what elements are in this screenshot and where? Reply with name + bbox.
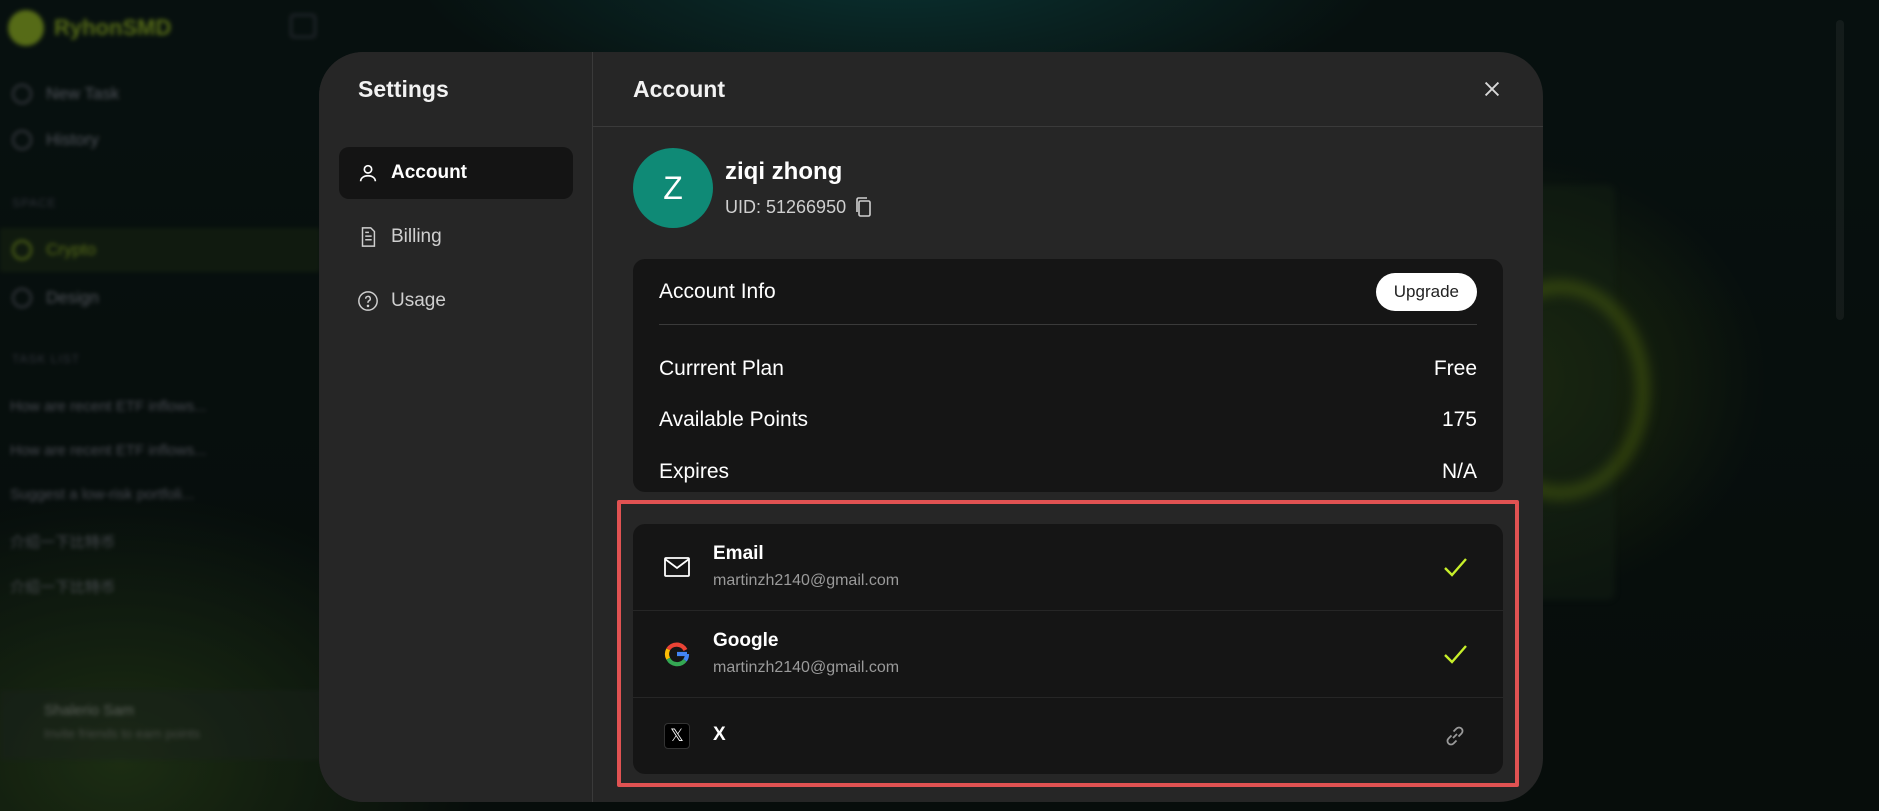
info-label: Expires — [659, 460, 730, 483]
settings-nav-label: Account — [391, 162, 467, 183]
avatar: Z — [633, 148, 713, 228]
account-title: Account — [633, 76, 725, 102]
document-icon — [361, 227, 376, 247]
settings-nav-billing[interactable]: Billing — [339, 211, 573, 263]
account-panel: Account Z ziqi zhong UID: 51266950 Accou… — [593, 52, 1543, 802]
profile-section: Z ziqi zhong UID: 51266950 — [633, 148, 874, 228]
settings-modal: Settings Account Billing Usage Account Z… — [319, 52, 1543, 802]
info-value: 175 — [1441, 408, 1477, 431]
settings-nav-label: Usage — [391, 290, 446, 311]
account-header: Account — [593, 52, 1543, 127]
profile-details: ziqi zhong UID: 51266950 — [725, 158, 874, 218]
user-icon — [359, 164, 377, 182]
copy-icon[interactable] — [854, 196, 874, 218]
settings-nav-usage[interactable]: Usage — [339, 275, 573, 327]
upgrade-button[interactable]: Upgrade — [1375, 272, 1477, 311]
settings-sidebar: Settings Account Billing Usage — [319, 52, 593, 802]
help-circle-icon — [358, 291, 378, 311]
available-points-row: Available Points 175 — [659, 405, 1477, 435]
expires-row: Expires N/A — [659, 457, 1477, 487]
info-label: Currrent Plan — [659, 357, 784, 380]
profile-name: ziqi zhong — [725, 158, 843, 185]
info-value: N/A — [1441, 460, 1477, 483]
settings-title: Settings — [358, 76, 449, 102]
close-icon[interactable] — [1481, 78, 1503, 100]
account-info-card: Account Info Upgrade Currrent Plan Free … — [633, 259, 1503, 492]
settings-nav-account[interactable]: Account — [339, 147, 573, 199]
uid-text: UID: 51266950 — [725, 196, 847, 217]
account-info-title: Account Info — [659, 279, 776, 303]
uid-row: UID: 51266950 — [725, 196, 874, 218]
highlight-box — [617, 500, 1519, 787]
info-value: Free — [1433, 357, 1477, 380]
current-plan-row: Currrent Plan Free — [659, 354, 1477, 384]
settings-nav-label: Billing — [391, 226, 442, 247]
account-info-header: Account Info Upgrade — [659, 259, 1477, 325]
info-label: Available Points — [659, 408, 809, 431]
